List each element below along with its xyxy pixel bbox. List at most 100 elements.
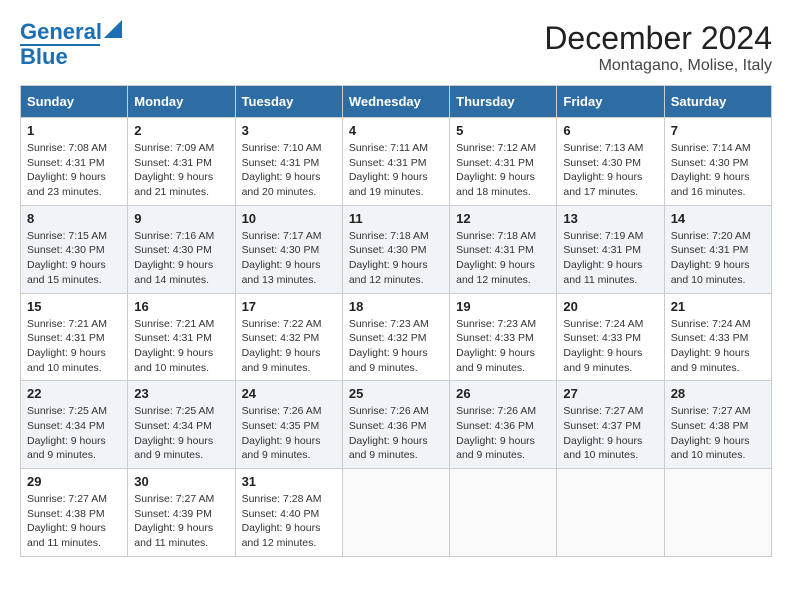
day-number: 10	[242, 211, 336, 226]
day-number: 15	[27, 299, 121, 314]
day-info: Sunrise: 7:26 AMSunset: 4:36 PMDaylight:…	[456, 404, 550, 463]
day-number: 23	[134, 386, 228, 401]
week-row: 29 Sunrise: 7:27 AMSunset: 4:38 PMDayligh…	[21, 469, 772, 557]
day-number: 18	[349, 299, 443, 314]
day-cell: 6 Sunrise: 7:13 AMSunset: 4:30 PMDaylight…	[557, 118, 664, 206]
day-cell: 18 Sunrise: 7:23 AMSunset: 4:32 PMDayligh…	[342, 293, 449, 381]
day-number: 3	[242, 123, 336, 138]
day-cell: 13 Sunrise: 7:19 AMSunset: 4:31 PMDayligh…	[557, 205, 664, 293]
day-number: 8	[27, 211, 121, 226]
day-cell: 4 Sunrise: 7:11 AMSunset: 4:31 PMDaylight…	[342, 118, 449, 206]
day-cell: 2 Sunrise: 7:09 AMSunset: 4:31 PMDaylight…	[128, 118, 235, 206]
week-row: 22 Sunrise: 7:25 AMSunset: 4:34 PMDayligh…	[21, 381, 772, 469]
day-cell: 14Sunrise: 7:20 AMSunset: 4:31 PMDayligh…	[664, 205, 771, 293]
day-info: Sunrise: 7:17 AMSunset: 4:30 PMDaylight:…	[242, 229, 336, 288]
day-cell: 1Sunrise: 7:08 AMSunset: 4:31 PMDaylight…	[21, 118, 128, 206]
day-info: Sunrise: 7:25 AMSunset: 4:34 PMDaylight:…	[134, 404, 228, 463]
day-info: Sunrise: 7:18 AMSunset: 4:31 PMDaylight:…	[456, 229, 550, 288]
header-cell-saturday: Saturday	[664, 86, 771, 118]
calendar-body: 1Sunrise: 7:08 AMSunset: 4:31 PMDaylight…	[21, 118, 772, 557]
logo-icon	[104, 20, 122, 38]
logo-text-blue: Blue	[20, 46, 68, 68]
day-cell	[342, 469, 449, 557]
day-info: Sunrise: 7:10 AMSunset: 4:31 PMDaylight:…	[242, 141, 336, 200]
day-cell: 19 Sunrise: 7:23 AMSunset: 4:33 PMDayligh…	[450, 293, 557, 381]
day-info: Sunrise: 7:09 AMSunset: 4:31 PMDaylight:…	[134, 141, 228, 200]
day-info: Sunrise: 7:12 AMSunset: 4:31 PMDaylight:…	[456, 141, 550, 200]
day-info: Sunrise: 7:16 AMSunset: 4:30 PMDaylight:…	[134, 229, 228, 288]
day-info: Sunrise: 7:13 AMSunset: 4:30 PMDaylight:…	[563, 141, 657, 200]
week-row: 15 Sunrise: 7:21 AMSunset: 4:31 PMDayligh…	[21, 293, 772, 381]
logo: General Blue	[20, 20, 122, 68]
title-block: December 2024 Montagano, Molise, Italy	[544, 20, 772, 75]
day-number: 30	[134, 474, 228, 489]
calendar-table: SundayMondayTuesdayWednesdayThursdayFrid…	[20, 85, 772, 557]
day-cell: 9Sunrise: 7:16 AMSunset: 4:30 PMDaylight…	[128, 205, 235, 293]
day-cell: 28 Sunrise: 7:27 AMSunset: 4:38 PMDayligh…	[664, 381, 771, 469]
day-number: 21	[671, 299, 765, 314]
day-number: 6	[563, 123, 657, 138]
day-cell: 29 Sunrise: 7:27 AMSunset: 4:38 PMDayligh…	[21, 469, 128, 557]
day-info: Sunrise: 7:27 AMSunset: 4:38 PMDaylight:…	[27, 492, 121, 551]
day-info: Sunrise: 7:19 AMSunset: 4:31 PMDaylight:…	[563, 229, 657, 288]
day-cell: 20 Sunrise: 7:24 AMSunset: 4:33 PMDayligh…	[557, 293, 664, 381]
calendar-title: December 2024	[544, 20, 772, 57]
day-cell: 12Sunrise: 7:18 AMSunset: 4:31 PMDayligh…	[450, 205, 557, 293]
page-header: General Blue December 2024 Montagano, Mo…	[20, 20, 772, 75]
day-cell: 21 Sunrise: 7:24 AMSunset: 4:33 PMDayligh…	[664, 293, 771, 381]
calendar-header: SundayMondayTuesdayWednesdayThursdayFrid…	[21, 86, 772, 118]
day-info: Sunrise: 7:23 AMSunset: 4:33 PMDaylight:…	[456, 317, 550, 376]
day-info: Sunrise: 7:15 AMSunset: 4:30 PMDaylight:…	[27, 229, 121, 288]
day-info: Sunrise: 7:27 AMSunset: 4:38 PMDaylight:…	[671, 404, 765, 463]
day-number: 22	[27, 386, 121, 401]
day-cell: 8 Sunrise: 7:15 AMSunset: 4:30 PMDaylight…	[21, 205, 128, 293]
day-number: 13	[563, 211, 657, 226]
day-cell: 26Sunrise: 7:26 AMSunset: 4:36 PMDayligh…	[450, 381, 557, 469]
day-cell: 10 Sunrise: 7:17 AMSunset: 4:30 PMDayligh…	[235, 205, 342, 293]
week-row: 1Sunrise: 7:08 AMSunset: 4:31 PMDaylight…	[21, 118, 772, 206]
day-info: Sunrise: 7:11 AMSunset: 4:31 PMDaylight:…	[349, 141, 443, 200]
day-number: 14	[671, 211, 765, 226]
day-cell: 17Sunrise: 7:22 AMSunset: 4:32 PMDayligh…	[235, 293, 342, 381]
day-cell: 30Sunrise: 7:27 AMSunset: 4:39 PMDayligh…	[128, 469, 235, 557]
day-cell	[450, 469, 557, 557]
day-info: Sunrise: 7:23 AMSunset: 4:32 PMDaylight:…	[349, 317, 443, 376]
day-cell: 16 Sunrise: 7:21 AMSunset: 4:31 PMDayligh…	[128, 293, 235, 381]
day-number: 28	[671, 386, 765, 401]
day-info: Sunrise: 7:21 AMSunset: 4:31 PMDaylight:…	[134, 317, 228, 376]
day-cell: 22Sunrise: 7:25 AMSunset: 4:34 PMDayligh…	[21, 381, 128, 469]
day-info: Sunrise: 7:26 AMSunset: 4:35 PMDaylight:…	[242, 404, 336, 463]
day-number: 19	[456, 299, 550, 314]
day-cell	[664, 469, 771, 557]
day-info: Sunrise: 7:27 AMSunset: 4:37 PMDaylight:…	[563, 404, 657, 463]
day-number: 16	[134, 299, 228, 314]
day-number: 4	[349, 123, 443, 138]
day-info: Sunrise: 7:24 AMSunset: 4:33 PMDaylight:…	[563, 317, 657, 376]
day-cell: 5Sunrise: 7:12 AMSunset: 4:31 PMDaylight…	[450, 118, 557, 206]
header-cell-sunday: Sunday	[21, 86, 128, 118]
day-number: 25	[349, 386, 443, 401]
day-info: Sunrise: 7:24 AMSunset: 4:33 PMDaylight:…	[671, 317, 765, 376]
day-cell: 15Sunrise: 7:21 AMSunset: 4:31 PMDayligh…	[21, 293, 128, 381]
day-number: 29	[27, 474, 121, 489]
day-info: Sunrise: 7:22 AMSunset: 4:32 PMDaylight:…	[242, 317, 336, 376]
day-number: 2	[134, 123, 228, 138]
day-info: Sunrise: 7:26 AMSunset: 4:36 PMDaylight:…	[349, 404, 443, 463]
header-cell-friday: Friday	[557, 86, 664, 118]
day-cell: 31 Sunrise: 7:28 AMSunset: 4:40 PMDayligh…	[235, 469, 342, 557]
calendar-subtitle: Montagano, Molise, Italy	[544, 57, 772, 75]
day-number: 24	[242, 386, 336, 401]
day-cell: 23 Sunrise: 7:25 AMSunset: 4:34 PMDayligh…	[128, 381, 235, 469]
header-cell-monday: Monday	[128, 86, 235, 118]
day-number: 31	[242, 474, 336, 489]
day-info: Sunrise: 7:28 AMSunset: 4:40 PMDaylight:…	[242, 492, 336, 551]
day-number: 27	[563, 386, 657, 401]
day-cell: 3 Sunrise: 7:10 AMSunset: 4:31 PMDaylight…	[235, 118, 342, 206]
day-cell: 25 Sunrise: 7:26 AMSunset: 4:36 PMDayligh…	[342, 381, 449, 469]
day-number: 7	[671, 123, 765, 138]
day-number: 1	[27, 123, 121, 138]
day-cell: 24 Sunrise: 7:26 AMSunset: 4:35 PMDayligh…	[235, 381, 342, 469]
logo-text: General	[20, 21, 102, 43]
day-number: 20	[563, 299, 657, 314]
header-cell-wednesday: Wednesday	[342, 86, 449, 118]
